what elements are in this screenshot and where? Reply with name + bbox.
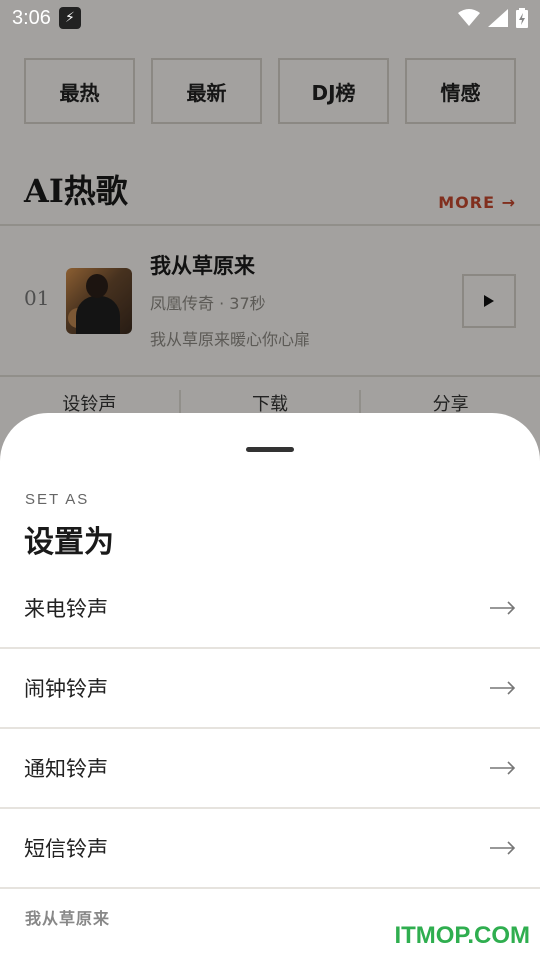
option-incoming-call-ringtone[interactable]: 来电铃声 (0, 569, 540, 649)
sheet-eyebrow: SET AS (25, 491, 90, 508)
arrow-right-icon (490, 601, 516, 615)
set-as-bottom-sheet: SET AS 设置为 来电铃声 闹钟铃声 通知铃声 短信铃声 我从草原来 (0, 413, 540, 960)
option-alarm-ringtone[interactable]: 闹钟铃声 (0, 649, 540, 729)
arrow-right-icon (490, 761, 516, 775)
option-label: 闹钟铃声 (24, 677, 108, 701)
option-list: 来电铃声 闹钟铃声 通知铃声 短信铃声 (0, 569, 540, 889)
option-notification-ringtone[interactable]: 通知铃声 (0, 729, 540, 809)
watermark: ITMOP.COM (394, 922, 530, 949)
arrow-right-icon (490, 681, 516, 695)
drag-handle[interactable] (246, 447, 294, 452)
option-label: 通知铃声 (24, 757, 108, 781)
arrow-right-icon (490, 841, 516, 855)
status-bar: 3:06 ⚡ (0, 0, 540, 36)
option-sms-ringtone[interactable]: 短信铃声 (0, 809, 540, 889)
sheet-title: 设置为 (24, 525, 114, 560)
cell-signal-icon (488, 9, 508, 27)
option-label: 来电铃声 (24, 597, 108, 621)
wifi-icon (458, 9, 480, 26)
charging-bolt-icon: ⚡ (58, 7, 81, 29)
sheet-footer-song-name: 我从草原来 (25, 909, 111, 928)
battery-icon (516, 8, 528, 28)
status-icons (458, 8, 528, 28)
status-time: 3:06 (12, 6, 51, 29)
option-label: 短信铃声 (24, 837, 108, 861)
